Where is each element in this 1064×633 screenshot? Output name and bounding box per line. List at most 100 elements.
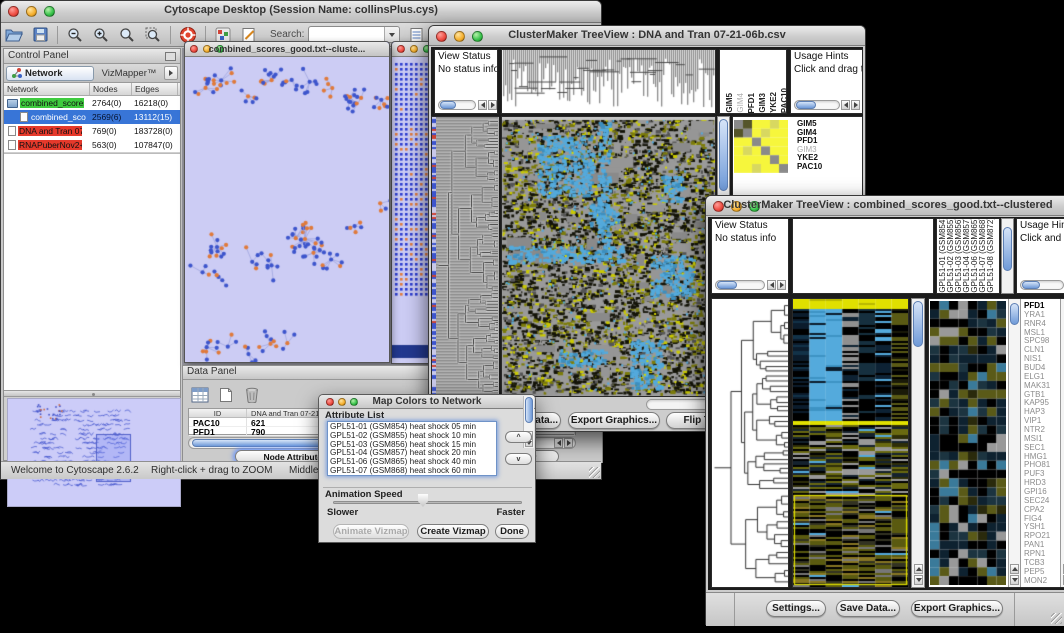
treeview1-title-bar[interactable]: ClusterMaker TreeView : DNA and Tran 07-… (429, 26, 865, 46)
network-canvas[interactable] (185, 57, 389, 362)
scrollbar-thumb[interactable] (440, 101, 456, 109)
gene-label[interactable]: SEC1 (1024, 443, 1058, 452)
scrollbar-thumb[interactable] (717, 281, 737, 289)
gene-label[interactable]: YRA1 (1024, 310, 1058, 319)
resize-grip[interactable] (589, 467, 600, 478)
scroll-right-icon[interactable] (564, 438, 573, 448)
detail-matrix-canvas[interactable] (734, 120, 788, 173)
zoom-selected-icon[interactable] (142, 25, 164, 45)
scroll-down-icon[interactable] (914, 575, 923, 585)
treeview2-heatmap-panel[interactable] (792, 298, 909, 588)
scroll-right-icon[interactable] (488, 100, 497, 110)
gene-label[interactable]: MSI1 (1024, 434, 1058, 443)
network-tree-row[interactable]: combined_scores2764(0)16218(0) (4, 96, 180, 110)
attribute-list-item[interactable]: GPL51-02 (GSM855) heat shock 10 min (328, 431, 496, 440)
scrollbar-thumb[interactable] (1010, 303, 1019, 325)
window-controls[interactable] (397, 45, 431, 53)
gene-label[interactable]: NTR2 (1024, 425, 1058, 434)
col-id[interactable]: ID (189, 409, 247, 417)
row-dendrogram-canvas[interactable] (436, 117, 498, 396)
treeview2-row-dendrogram-panel[interactable] (711, 298, 789, 588)
col-edges[interactable]: Edges (132, 83, 178, 95)
close-button[interactable] (397, 45, 405, 53)
gene-label[interactable]: CPA2 (1024, 505, 1058, 514)
gene-label[interactable]: HMG1 (1024, 452, 1058, 461)
scrollbar-thumb[interactable] (719, 119, 728, 191)
scrollbar-thumb[interactable] (796, 101, 816, 109)
resize-grip[interactable] (1051, 613, 1062, 624)
network-tree-row[interactable]: RNAPuberNov2+I563(0)107847(0) (4, 138, 180, 152)
gene-label[interactable]: GTB1 (1024, 390, 1058, 399)
gene-label[interactable]: MAK31 (1024, 381, 1058, 390)
scroll-left-icon[interactable] (478, 100, 487, 110)
detail-vscrollbar[interactable] (1008, 299, 1021, 587)
zoom-fit-icon[interactable] (116, 25, 138, 45)
export-graphics-button[interactable]: Export Graphics... (911, 600, 1003, 617)
scroll-right-icon[interactable] (777, 280, 786, 290)
zoom-out-icon[interactable] (64, 25, 86, 45)
treeview2-detail-panel[interactable]: PFD1YRA1RNR4MSL1SPC98CLN1NIS1BUD4ELG1MAK… (928, 298, 1064, 588)
gene-label[interactable]: YSH1 (1024, 522, 1058, 531)
scroll-up-icon[interactable] (1010, 564, 1019, 574)
save-icon[interactable] (29, 25, 51, 45)
new-attribute-icon[interactable] (215, 385, 237, 405)
view-status-scrollbar[interactable] (715, 280, 787, 290)
gene-label[interactable]: MON2 (1024, 576, 1058, 585)
gene-label[interactable]: PEP5 (1024, 567, 1058, 576)
gene-label[interactable]: PUF3 (1024, 469, 1058, 478)
move-up-button[interactable]: ^ (505, 431, 532, 443)
global-heatmap-canvas[interactable] (502, 117, 715, 396)
column-label[interactable]: PAC10 (781, 88, 786, 113)
export-graphics-button[interactable]: Export Graphics... (568, 412, 660, 429)
gene-label[interactable]: TCB3 (1024, 558, 1058, 567)
scroll-left-icon[interactable] (767, 280, 776, 290)
gene-label[interactable]: KAP95 (1024, 398, 1058, 407)
move-down-button[interactable]: v (505, 453, 532, 465)
column-label[interactable]: GIM5 (726, 93, 734, 113)
main-title-bar[interactable]: Cytoscape Desktop (Session Name: collins… (1, 1, 601, 23)
gene-label[interactable]: SPC98 (1024, 336, 1058, 345)
column-label[interactable]: GIM4 (737, 93, 745, 113)
gene-label[interactable]: RPO21 (1024, 531, 1058, 540)
attribute-list-item[interactable]: GPL51-04 (GSM857) heat shock 20 min (328, 448, 496, 457)
gene-label[interactable]: ELG1 (1024, 372, 1058, 381)
detail-outer-scrollbar[interactable] (1060, 299, 1064, 587)
save-data-button[interactable]: Save Data... (836, 600, 900, 617)
detail-heatmap-canvas[interactable] (930, 301, 1006, 585)
network-tree-row[interactable]: combined_sco2569(6)13112(15) (4, 110, 180, 124)
zoom-in-icon[interactable] (90, 25, 112, 45)
treeview1-heatmap-panel[interactable] (501, 116, 716, 397)
view-status-scrollbar[interactable] (438, 100, 496, 110)
attribute-listbox[interactable]: GPL51-01 (GSM854) heat shock 05 minGPL51… (327, 421, 497, 476)
delete-attribute-trash-icon[interactable] (241, 385, 263, 405)
open-file-icon[interactable] (3, 25, 25, 45)
network-overview-canvas[interactable] (7, 398, 181, 507)
attribute-table-icon[interactable] (189, 385, 211, 405)
tab-network[interactable]: Network (6, 66, 94, 81)
scroll-left-icon[interactable] (841, 100, 850, 110)
gene-label[interactable]: PHO81 (1024, 460, 1058, 469)
column-label[interactable]: GPL51-08 (GSM872) (987, 219, 995, 293)
scroll-right-icon[interactable] (851, 100, 860, 110)
gene-label[interactable]: FIG4 (1024, 514, 1058, 523)
animate-vizmap-button[interactable]: Animate Vizmap (333, 524, 409, 539)
treeview2-column-dendrogram-panel[interactable] (792, 218, 934, 294)
network-title-bar[interactable]: combined_scores_good.txt--cluste... (185, 42, 389, 57)
scrollbar-thumb[interactable] (1003, 227, 1012, 271)
tab-overflow-arrow[interactable] (164, 66, 178, 80)
column-label[interactable]: PFD1 (748, 93, 756, 113)
column-label[interactable]: YKE2 (770, 92, 778, 113)
minimize-button[interactable] (410, 45, 418, 53)
attribute-list-item[interactable]: GPL51-03 (GSM856) heat shock 15 min (328, 440, 496, 449)
float-panel-icon[interactable] (165, 52, 176, 61)
settings-button[interactable]: Settings... (766, 600, 826, 617)
column-label[interactable]: GIM3 (759, 93, 767, 113)
attribute-list-item[interactable]: GPL51-07 (GSM868) heat shock 60 min (328, 466, 496, 475)
column-dendrogram-canvas[interactable] (502, 50, 715, 113)
col-nodes[interactable]: Nodes (90, 83, 132, 95)
treeview2-collabel-scrollbar[interactable] (1001, 218, 1014, 294)
treeview2-vscrollbar[interactable] (911, 298, 925, 588)
scrollbar-thumb[interactable] (1022, 281, 1040, 289)
gene-label[interactable]: MSL1 (1024, 328, 1058, 337)
usage-hints-scrollbar[interactable] (794, 100, 860, 110)
